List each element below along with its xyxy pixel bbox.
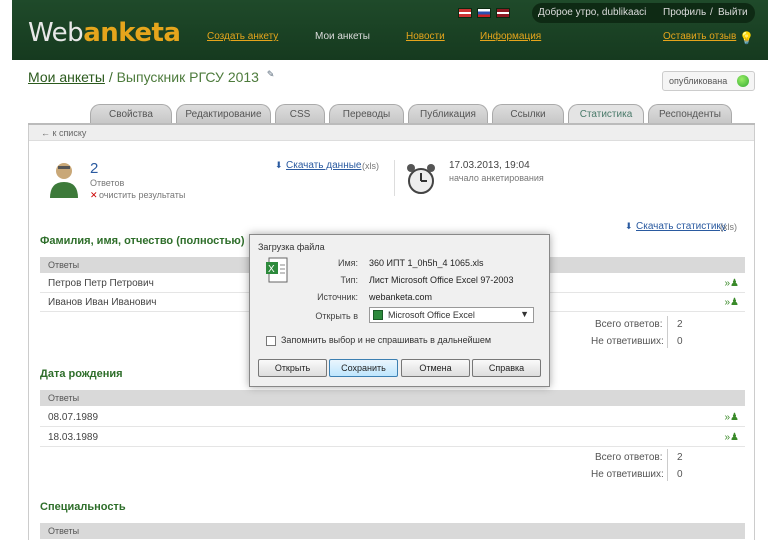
answers-count-label: Ответов	[90, 178, 125, 188]
table-header: Ответы	[40, 390, 745, 406]
survey-start-label: начало анкетирования	[449, 173, 544, 183]
page-title: Выпускник РГСУ 2013	[116, 69, 259, 85]
open-with-select[interactable]: Microsoft Office Excel ▼	[369, 307, 534, 323]
logout-link[interactable]: Выйти	[718, 7, 748, 18]
total-answers-value: 2	[677, 319, 683, 330]
name-value: 360 ИПТ 1_0h5h_4 1065.xls	[369, 258, 484, 268]
nav-news[interactable]: Новости	[406, 31, 445, 42]
nav-create-survey[interactable]: Создать анкету	[207, 31, 278, 42]
tab-properties[interactable]: Свойства	[90, 104, 172, 124]
download-icon[interactable]: ⬇	[275, 160, 283, 171]
save-button[interactable]: Сохранить	[329, 359, 398, 377]
download-data-format: (xls)	[362, 161, 379, 171]
tab-translations[interactable]: Переводы	[329, 104, 404, 124]
table-row: 18.03.1989 »♟	[40, 429, 745, 447]
cancel-button[interactable]: Отмена	[401, 359, 470, 377]
type-label: Тип:	[340, 275, 358, 285]
site-header: Webanketa Создать анкету Мои анкеты Ново…	[12, 0, 768, 60]
breadcrumb: Мои анкеты / Выпускник РГСУ 2013 ✎	[28, 69, 274, 85]
user-bar-separator: /	[710, 7, 713, 18]
back-bar: ← к списку	[29, 125, 754, 141]
dialog-title: Загрузка файла	[258, 242, 325, 252]
answer-text: Петров Петр Петрович	[48, 278, 154, 289]
tab-editing[interactable]: Редактирование	[176, 104, 271, 124]
download-stats-link[interactable]: Скачать статистику	[636, 221, 726, 232]
open-with-value: Microsoft Office Excel	[388, 310, 475, 320]
answer-text: 18.03.1989	[48, 432, 99, 443]
source-label: Источник:	[317, 292, 358, 302]
greeting: Доброе утро, dublikaaci	[538, 7, 647, 18]
table-header: Ответы	[40, 523, 745, 539]
respondent-icon[interactable]: »♟	[724, 432, 739, 443]
skipped-value: 0	[677, 336, 683, 347]
download-data-link[interactable]: Скачать данные	[286, 160, 361, 171]
total-answers-label: Всего ответов:	[595, 452, 663, 463]
tab-links[interactable]: Ссылки	[492, 104, 564, 124]
type-value: Лист Microsoft Office Excel 97-2003	[369, 275, 514, 285]
flag-lv-icon[interactable]	[496, 8, 510, 18]
summary-divider	[667, 316, 668, 348]
nav-my-surveys[interactable]: Мои анкеты	[315, 31, 370, 42]
close-icon[interactable]: ✕	[90, 190, 98, 201]
tab-css[interactable]: CSS	[275, 104, 325, 124]
total-answers-label: Всего ответов:	[595, 319, 663, 330]
breadcrumb-separator: /	[108, 69, 113, 85]
survey-start-datetime: 17.03.2013, 19:04	[449, 160, 530, 171]
flag-en-icon[interactable]	[458, 8, 472, 18]
file-download-dialog: Загрузка файла X Имя: 360 ИПТ 1_0h5h_4 1…	[249, 234, 550, 387]
section-title-birthdate: Дата рождения	[40, 368, 123, 380]
respondent-icon[interactable]: »♟	[724, 297, 739, 308]
nav-info[interactable]: Информация	[480, 31, 541, 42]
lightbulb-icon: 💡	[739, 31, 754, 45]
back-to-list-link[interactable]: ← к списку	[41, 128, 86, 138]
feedback-link[interactable]: Оставить отзыв	[663, 31, 736, 42]
alarm-clock-icon	[407, 164, 435, 194]
excel-icon	[373, 310, 383, 320]
summary-divider	[667, 449, 668, 481]
published-label: опубликована	[669, 76, 728, 86]
section-title-fullname: Фамилия, имя, отчество (полностью)	[40, 235, 245, 247]
status-green-icon	[737, 75, 749, 87]
clear-results-link[interactable]: очистить результаты	[99, 190, 185, 200]
svg-text:X: X	[268, 264, 275, 275]
remember-choice-label: Запомнить выбор и не спрашивать в дальне…	[281, 335, 492, 345]
answer-text: Иванов Иван Иванович	[48, 297, 157, 308]
section-title-specialty: Специальность	[40, 501, 126, 513]
tab-respondents[interactable]: Респонденты	[648, 104, 732, 124]
profile-link[interactable]: Профиль	[663, 7, 706, 18]
divider	[394, 160, 395, 196]
skipped-label: Не ответивших:	[591, 336, 664, 347]
name-label: Имя:	[337, 258, 358, 268]
table-row: 08.07.1989 »♟	[40, 409, 745, 427]
skipped-label: Не ответивших:	[591, 469, 664, 480]
tab-publication[interactable]: Публикация	[408, 104, 488, 124]
download-stats-format: (xls)	[720, 222, 737, 232]
respondent-icon[interactable]: »♟	[724, 412, 739, 423]
logo[interactable]: Webanketa	[28, 18, 181, 48]
breadcrumb-my-surveys[interactable]: Мои анкеты	[28, 69, 105, 85]
chevron-down-icon: ▼	[520, 309, 529, 319]
answer-text: 08.07.1989	[48, 412, 99, 423]
open-with-label: Открыть в	[315, 311, 358, 321]
skipped-value: 0	[677, 469, 683, 480]
user-bar: Доброе утро, dublikaaci Профиль / Выйти	[532, 3, 755, 23]
answers-count: 2	[90, 160, 99, 177]
tab-statistics[interactable]: Статистика	[568, 104, 644, 124]
remember-choice-checkbox[interactable]	[266, 336, 276, 346]
download-stats-icon[interactable]: ⬇	[625, 221, 633, 232]
edit-icon[interactable]: ✎	[267, 69, 275, 79]
user-avatar-icon	[50, 163, 78, 198]
logo-anketa: anketa	[83, 18, 181, 48]
flag-ru-icon[interactable]	[477, 8, 491, 18]
open-button[interactable]: Открыть	[258, 359, 327, 377]
source-value: webanketa.com	[369, 292, 433, 302]
help-button[interactable]: Справка	[472, 359, 541, 377]
language-flags	[458, 8, 510, 18]
published-status[interactable]: опубликована	[662, 71, 755, 91]
logo-web: Web	[28, 18, 84, 48]
respondent-icon[interactable]: »♟	[724, 278, 739, 289]
total-answers-value: 2	[677, 452, 683, 463]
